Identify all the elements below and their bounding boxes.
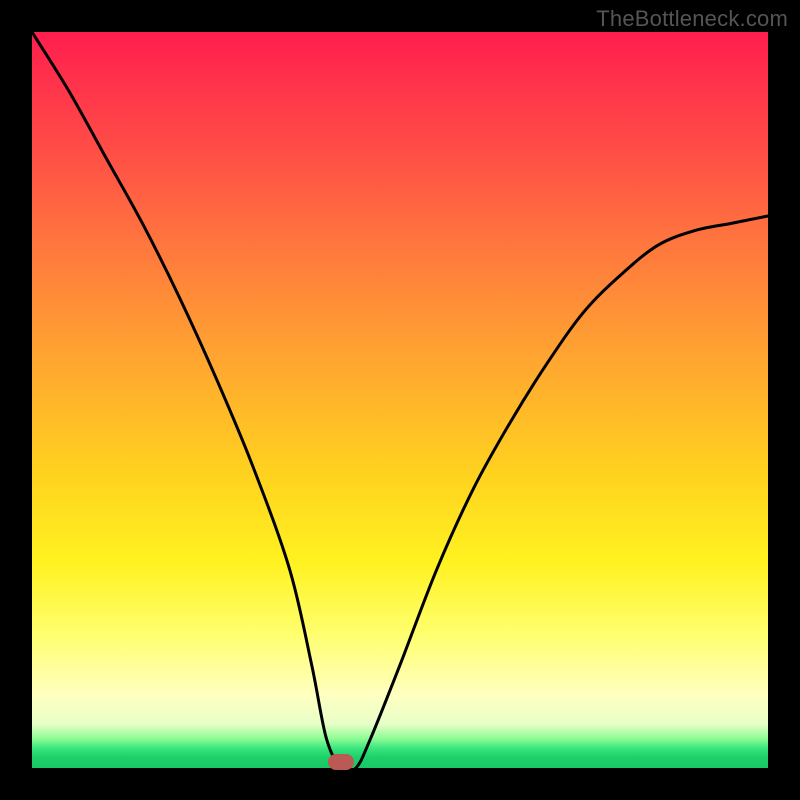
plot-area (32, 32, 768, 768)
chart-frame: TheBottleneck.com (0, 0, 800, 800)
watermark-text: TheBottleneck.com (596, 6, 788, 32)
optimum-marker (328, 754, 354, 770)
bottleneck-curve (32, 32, 768, 768)
